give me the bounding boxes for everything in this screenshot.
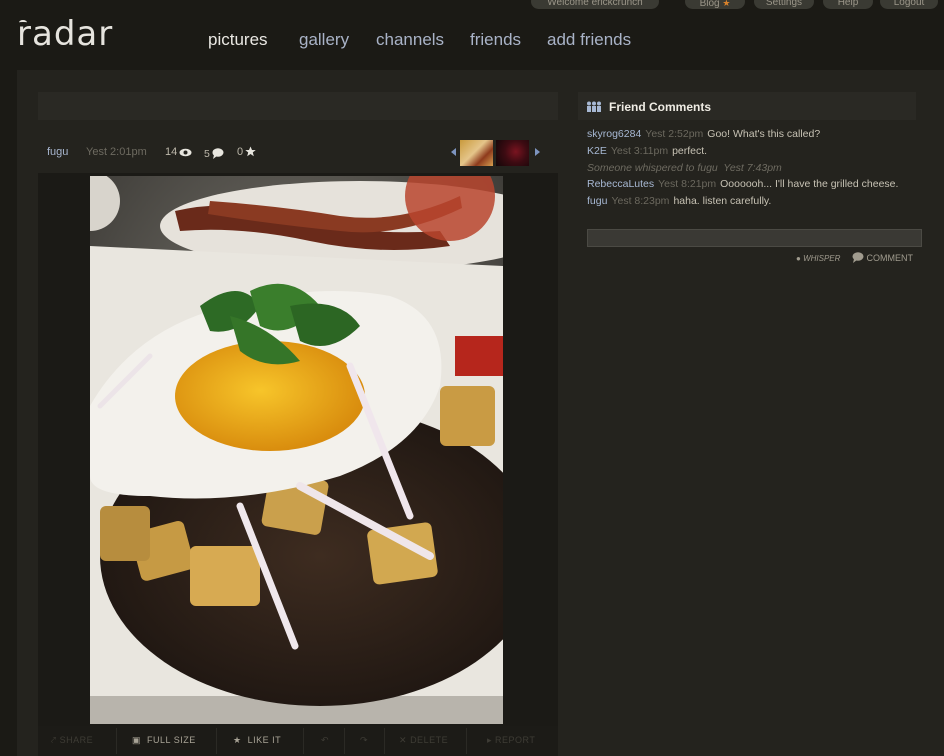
like-it-button[interactable]: ★ LIKE IT: [233, 735, 281, 746]
comment-input[interactable]: [587, 229, 922, 247]
comment-item: K2E Yest 3:11pm perfect.: [587, 143, 917, 160]
whisper-bubble-icon: ●: [796, 254, 801, 263]
comment-time: Yest 2:52pm: [645, 128, 704, 140]
food-photo-image: [90, 176, 503, 724]
logout-link[interactable]: Logout: [880, 0, 938, 9]
next-photo-arrow-icon[interactable]: [535, 148, 540, 156]
rotate-right-button[interactable]: ↷: [360, 735, 368, 746]
help-link[interactable]: Help: [823, 0, 873, 9]
divider: [344, 728, 345, 754]
whisper-text: Someone whispered to fugu: [587, 161, 718, 174]
share-label: SHARE: [59, 735, 94, 745]
photo-owner-link[interactable]: fugu: [47, 146, 68, 158]
share-button[interactable]: ⤤ SHARE: [51, 735, 93, 746]
whisper-label: WHISPER: [803, 254, 841, 263]
star-icon: [245, 146, 256, 157]
comment-user-link[interactable]: fugu: [587, 195, 607, 207]
comment-time: Yest 8:21pm: [658, 178, 717, 191]
comment-user-link[interactable]: K2E: [587, 145, 607, 157]
photo-header-bar: [38, 92, 558, 120]
rotate-right-icon: ↷: [360, 735, 369, 745]
speech-bubble-icon: [212, 148, 224, 159]
comment-label: COMMENT: [866, 253, 914, 263]
full-size-button[interactable]: ▣ FULL SIZE: [132, 735, 196, 746]
radar-logo[interactable]: radar: [17, 14, 113, 54]
report-button[interactable]: ▸ REPORT: [487, 735, 535, 746]
previous-photo-arrow-icon[interactable]: [451, 148, 456, 156]
comment-count-value: 5: [204, 148, 210, 160]
comment-user-link[interactable]: skyrog6284: [587, 128, 641, 140]
welcome-message: Welcome erickcrunch: [531, 0, 659, 9]
blog-label: Blog: [699, 0, 720, 9]
image-icon: ▣: [132, 735, 142, 745]
friend-comments-header: Friend Comments: [578, 92, 916, 120]
rotate-left-icon: ↶: [321, 735, 330, 745]
divider: [216, 728, 217, 754]
nav-channels[interactable]: channels: [376, 30, 444, 50]
whisper-button[interactable]: ● WHISPER: [796, 254, 840, 263]
delete-label: DELETE: [410, 735, 449, 745]
delete-button[interactable]: ✕ DELETE: [399, 735, 448, 746]
divider: [466, 728, 467, 754]
nav-friends[interactable]: friends: [470, 30, 521, 50]
friend-comments-title: Friend Comments: [609, 100, 712, 114]
divider: [384, 728, 385, 754]
view-count-value: 14: [165, 146, 178, 158]
comment-text: haha. listen carefully.: [673, 195, 772, 208]
speech-bubble-icon: [852, 252, 864, 263]
nav-pictures[interactable]: pictures: [208, 30, 268, 50]
comment-item: fugu Yest 8:23pm haha. listen carefully.: [587, 193, 917, 210]
nav-gallery[interactable]: gallery: [299, 30, 349, 50]
like-count-value: 0: [237, 146, 244, 158]
eye-icon: [179, 148, 192, 157]
comment-time: Yest 3:11pm: [610, 144, 669, 157]
comment-button[interactable]: COMMENT: [852, 252, 913, 263]
comment-text: Ooooooh... I'll have the grilled cheese.: [720, 178, 899, 191]
friends-icon: [587, 101, 601, 112]
close-icon: ✕: [399, 735, 408, 745]
like-it-label: LIKE IT: [247, 735, 282, 745]
settings-link[interactable]: Settings: [754, 0, 814, 9]
star-icon: ★: [722, 0, 731, 8]
blog-link[interactable]: Blog ★: [685, 0, 745, 9]
flag-icon: ▸: [487, 735, 493, 745]
whisper-notice: Someone whispered to fugu Yest 7:43pm: [587, 160, 917, 177]
comment-user-link[interactable]: RebeccaLutes: [587, 178, 654, 190]
photo-action-bar: ⤤ SHARE ▣ FULL SIZE ★ LIKE IT ↶ ↷ ✕ DELE…: [38, 726, 558, 756]
thumbnail-previous[interactable]: [460, 140, 493, 166]
rotate-left-button[interactable]: ↶: [321, 735, 329, 746]
main-photo[interactable]: [90, 176, 503, 724]
comment-item: skyrog6284 Yest 2:52pm Goo! What's this ca…: [587, 126, 917, 143]
star-icon: ★: [233, 735, 242, 745]
full-size-label: FULL SIZE: [147, 735, 196, 745]
divider: [303, 728, 304, 754]
photo-time: Yest 2:01pm: [86, 146, 147, 158]
comment-text: Goo! What's this called?: [707, 128, 821, 140]
report-label: REPORT: [495, 735, 536, 745]
view-count: 14: [165, 146, 192, 158]
thumbnail-next[interactable]: [496, 140, 529, 166]
nav-add-friends[interactable]: add friends: [547, 30, 631, 50]
comment-item: RebeccaLutes Yest 8:21pm Ooooooh... I'll h…: [587, 176, 917, 193]
comment-list: skyrog6284 Yest 2:52pm Goo! What's this ca…: [587, 126, 917, 210]
logo-text: radar: [17, 14, 114, 54]
comment-text: perfect.: [672, 144, 708, 157]
divider: [116, 728, 117, 754]
logo-mark-icon: [19, 20, 27, 25]
comment-time: Yest 8:23pm: [611, 195, 670, 208]
like-count: 0: [237, 146, 256, 158]
whisper-time: Yest 7:43pm: [723, 161, 782, 174]
